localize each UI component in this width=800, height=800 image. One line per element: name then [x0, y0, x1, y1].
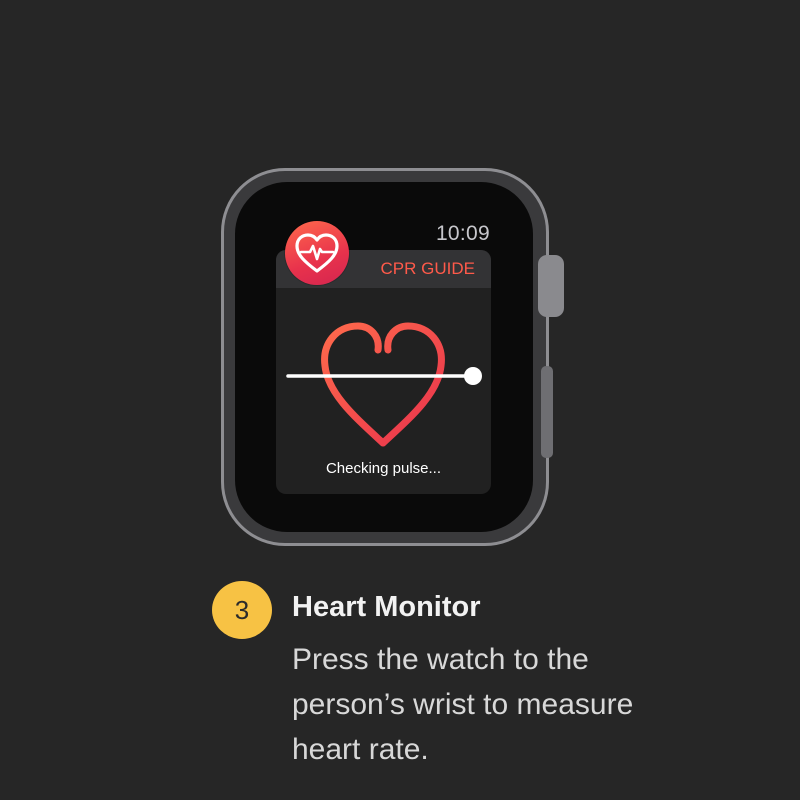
heart-monitor-graphic [286, 322, 482, 447]
side-button[interactable] [541, 366, 553, 458]
step-title: Heart Monitor [292, 591, 481, 623]
step-number-badge: 3 [212, 581, 272, 639]
step-description: Press the watch to the person’s wrist to… [292, 643, 634, 766]
onboarding-screen: 10:09 CPR GUIDE Checking pulse... 3 Hear… [0, 0, 800, 800]
status-text: Checking pulse... [325, 460, 442, 477]
heart-pulse-icon[interactable] [285, 221, 349, 285]
watch-time: 10:09 [435, 222, 490, 245]
app-title: CPR GUIDE [380, 259, 475, 278]
pulse-indicator-dot [464, 367, 482, 385]
digital-crown[interactable] [538, 255, 564, 317]
heart-outline-icon [321, 322, 445, 447]
